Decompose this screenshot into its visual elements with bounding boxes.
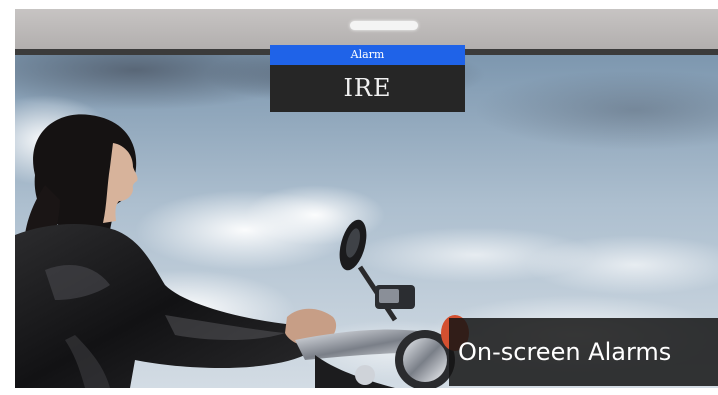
alarm-value: IRE: [270, 65, 465, 112]
alarm-overlay: Alarm IRE: [270, 45, 465, 112]
feature-caption: On-screen Alarms: [449, 318, 718, 386]
bezel-handle: [350, 21, 418, 30]
alarm-title: Alarm: [270, 45, 465, 65]
